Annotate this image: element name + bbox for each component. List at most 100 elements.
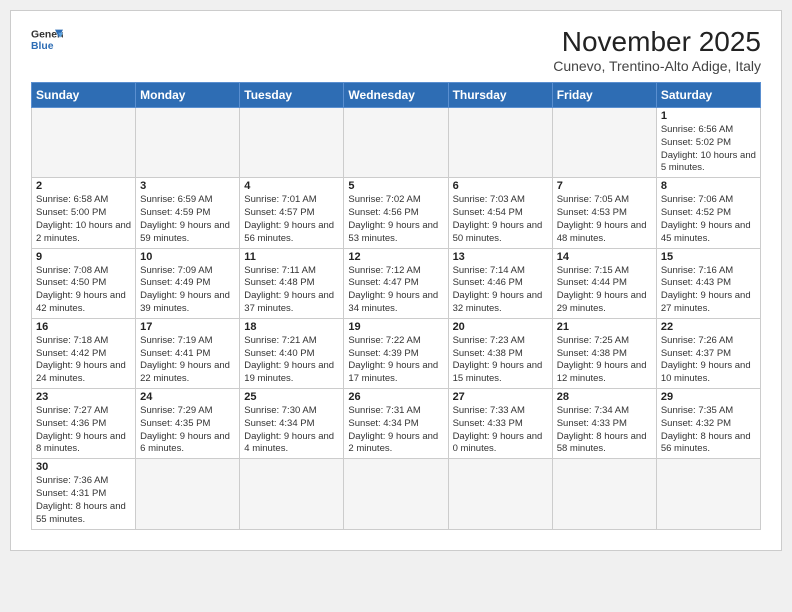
day-number: 23 — [36, 391, 131, 403]
calendar-cell — [552, 108, 656, 178]
day-info: Sunrise: 7:06 AM Sunset: 4:52 PM Dayligh… — [661, 194, 756, 245]
month-title: November 2025 — [553, 26, 761, 58]
day-info: Sunrise: 7:35 AM Sunset: 4:32 PM Dayligh… — [661, 405, 756, 456]
day-number: 16 — [36, 321, 131, 333]
day-number: 26 — [348, 391, 443, 403]
calendar-cell — [552, 459, 656, 529]
calendar-cell: 9Sunrise: 7:08 AM Sunset: 4:50 PM Daylig… — [32, 248, 136, 318]
generalblue-logo-icon: General Blue — [31, 26, 63, 54]
day-number: 4 — [244, 180, 339, 192]
calendar-cell — [448, 459, 552, 529]
day-info: Sunrise: 7:33 AM Sunset: 4:33 PM Dayligh… — [453, 405, 548, 456]
svg-text:Blue: Blue — [31, 41, 54, 52]
week-row-2: 9Sunrise: 7:08 AM Sunset: 4:50 PM Daylig… — [32, 248, 761, 318]
calendar-header-row: Sunday Monday Tuesday Wednesday Thursday… — [32, 83, 761, 108]
page: General Blue November 2025 Cunevo, Trent… — [10, 10, 782, 551]
day-number: 19 — [348, 321, 443, 333]
day-info: Sunrise: 6:59 AM Sunset: 4:59 PM Dayligh… — [140, 194, 235, 245]
day-info: Sunrise: 7:29 AM Sunset: 4:35 PM Dayligh… — [140, 405, 235, 456]
day-info: Sunrise: 7:31 AM Sunset: 4:34 PM Dayligh… — [348, 405, 443, 456]
calendar-cell: 11 Sunrise: 7:11 AM Sunset: 4:48 PM Dayli… — [240, 248, 344, 318]
calendar-cell: 25Sunrise: 7:30 AM Sunset: 4:34 PM Dayli… — [240, 389, 344, 459]
calendar-cell: 15 Sunrise: 7:16 AM Sunset: 4:43 PM Dayli… — [656, 248, 760, 318]
day-number: 30 — [36, 461, 131, 473]
logo: General Blue — [31, 26, 63, 54]
calendar-cell: 29 Sunrise: 7:35 AM Sunset: 4:32 PM Dayli… — [656, 389, 760, 459]
day-number: 2 — [36, 180, 131, 192]
calendar-cell: 6 Sunrise: 7:03 AM Sunset: 4:54 PM Daylig… — [448, 178, 552, 248]
calendar-cell: 10Sunrise: 7:09 AM Sunset: 4:49 PM Dayli… — [136, 248, 240, 318]
calendar-cell: 30 Sunrise: 7:36 AM Sunset: 4:31 PM Dayli… — [32, 459, 136, 529]
location: Cunevo, Trentino-Alto Adige, Italy — [553, 58, 761, 74]
calendar-cell: 22 Sunrise: 7:26 AM Sunset: 4:37 PM Dayli… — [656, 318, 760, 388]
calendar-cell: 16 Sunrise: 7:18 AM Sunset: 4:42 PM Dayli… — [32, 318, 136, 388]
day-number: 6 — [453, 180, 548, 192]
day-info: Sunrise: 7:36 AM Sunset: 4:31 PM Dayligh… — [36, 475, 131, 526]
day-info: Sunrise: 7:16 AM Sunset: 4:43 PM Dayligh… — [661, 265, 756, 316]
calendar-cell: 1 Sunrise: 6:56 AM Sunset: 5:02 PM Daylig… — [656, 108, 760, 178]
day-number: 15 — [661, 251, 756, 263]
calendar-cell: 2Sunrise: 6:58 AM Sunset: 5:00 PM Daylig… — [32, 178, 136, 248]
day-number: 18 — [244, 321, 339, 333]
day-number: 5 — [348, 180, 443, 192]
day-info: Sunrise: 7:21 AM Sunset: 4:40 PM Dayligh… — [244, 335, 339, 386]
day-info: Sunrise: 7:18 AM Sunset: 4:42 PM Dayligh… — [36, 335, 131, 386]
day-number: 3 — [140, 180, 235, 192]
day-number: 29 — [661, 391, 756, 403]
header: General Blue November 2025 Cunevo, Trent… — [31, 26, 761, 74]
day-number: 1 — [661, 110, 756, 122]
day-info: Sunrise: 7:26 AM Sunset: 4:37 PM Dayligh… — [661, 335, 756, 386]
calendar-cell: 24Sunrise: 7:29 AM Sunset: 4:35 PM Dayli… — [136, 389, 240, 459]
day-number: 14 — [557, 251, 652, 263]
day-number: 20 — [453, 321, 548, 333]
day-number: 11 — [244, 251, 339, 263]
day-number: 10 — [140, 251, 235, 263]
day-info: Sunrise: 7:15 AM Sunset: 4:44 PM Dayligh… — [557, 265, 652, 316]
calendar-cell — [32, 108, 136, 178]
col-thursday: Thursday — [448, 83, 552, 108]
col-tuesday: Tuesday — [240, 83, 344, 108]
day-number: 22 — [661, 321, 756, 333]
day-number: 21 — [557, 321, 652, 333]
calendar-cell: 4 Sunrise: 7:01 AM Sunset: 4:57 PM Daylig… — [240, 178, 344, 248]
calendar-cell: 28 Sunrise: 7:34 AM Sunset: 4:33 PM Dayli… — [552, 389, 656, 459]
day-info: Sunrise: 7:27 AM Sunset: 4:36 PM Dayligh… — [36, 405, 131, 456]
day-info: Sunrise: 7:03 AM Sunset: 4:54 PM Dayligh… — [453, 194, 548, 245]
day-info: Sunrise: 7:12 AM Sunset: 4:47 PM Dayligh… — [348, 265, 443, 316]
calendar-table: Sunday Monday Tuesday Wednesday Thursday… — [31, 82, 761, 530]
day-number: 28 — [557, 391, 652, 403]
day-info: Sunrise: 7:08 AM Sunset: 4:50 PM Dayligh… — [36, 265, 131, 316]
day-number: 17 — [140, 321, 235, 333]
col-wednesday: Wednesday — [344, 83, 448, 108]
day-number: 25 — [244, 391, 339, 403]
week-row-1: 2Sunrise: 6:58 AM Sunset: 5:00 PM Daylig… — [32, 178, 761, 248]
day-info: Sunrise: 7:14 AM Sunset: 4:46 PM Dayligh… — [453, 265, 548, 316]
calendar-cell: 5 Sunrise: 7:02 AM Sunset: 4:56 PM Daylig… — [344, 178, 448, 248]
calendar-cell: 13 Sunrise: 7:14 AM Sunset: 4:46 PM Dayli… — [448, 248, 552, 318]
calendar-cell — [136, 108, 240, 178]
day-number: 13 — [453, 251, 548, 263]
day-info: Sunrise: 7:02 AM Sunset: 4:56 PM Dayligh… — [348, 194, 443, 245]
day-info: Sunrise: 7:22 AM Sunset: 4:39 PM Dayligh… — [348, 335, 443, 386]
calendar-cell — [136, 459, 240, 529]
calendar-cell — [656, 459, 760, 529]
col-monday: Monday — [136, 83, 240, 108]
week-row-0: 1 Sunrise: 6:56 AM Sunset: 5:02 PM Daylig… — [32, 108, 761, 178]
week-row-4: 23 Sunrise: 7:27 AM Sunset: 4:36 PM Dayli… — [32, 389, 761, 459]
col-sunday: Sunday — [32, 83, 136, 108]
day-info: Sunrise: 7:19 AM Sunset: 4:41 PM Dayligh… — [140, 335, 235, 386]
day-info: Sunrise: 7:34 AM Sunset: 4:33 PM Dayligh… — [557, 405, 652, 456]
day-number: 12 — [348, 251, 443, 263]
day-info: Sunrise: 7:25 AM Sunset: 4:38 PM Dayligh… — [557, 335, 652, 386]
calendar-cell — [240, 108, 344, 178]
day-info: Sunrise: 7:11 AM Sunset: 4:48 PM Dayligh… — [244, 265, 339, 316]
day-info: Sunrise: 7:01 AM Sunset: 4:57 PM Dayligh… — [244, 194, 339, 245]
day-number: 27 — [453, 391, 548, 403]
calendar-cell: 7Sunrise: 7:05 AM Sunset: 4:53 PM Daylig… — [552, 178, 656, 248]
week-row-3: 16 Sunrise: 7:18 AM Sunset: 4:42 PM Dayli… — [32, 318, 761, 388]
col-friday: Friday — [552, 83, 656, 108]
calendar-cell — [240, 459, 344, 529]
calendar-cell: 3 Sunrise: 6:59 AM Sunset: 4:59 PM Daylig… — [136, 178, 240, 248]
day-info: Sunrise: 6:56 AM Sunset: 5:02 PM Dayligh… — [661, 124, 756, 175]
calendar-cell — [344, 459, 448, 529]
